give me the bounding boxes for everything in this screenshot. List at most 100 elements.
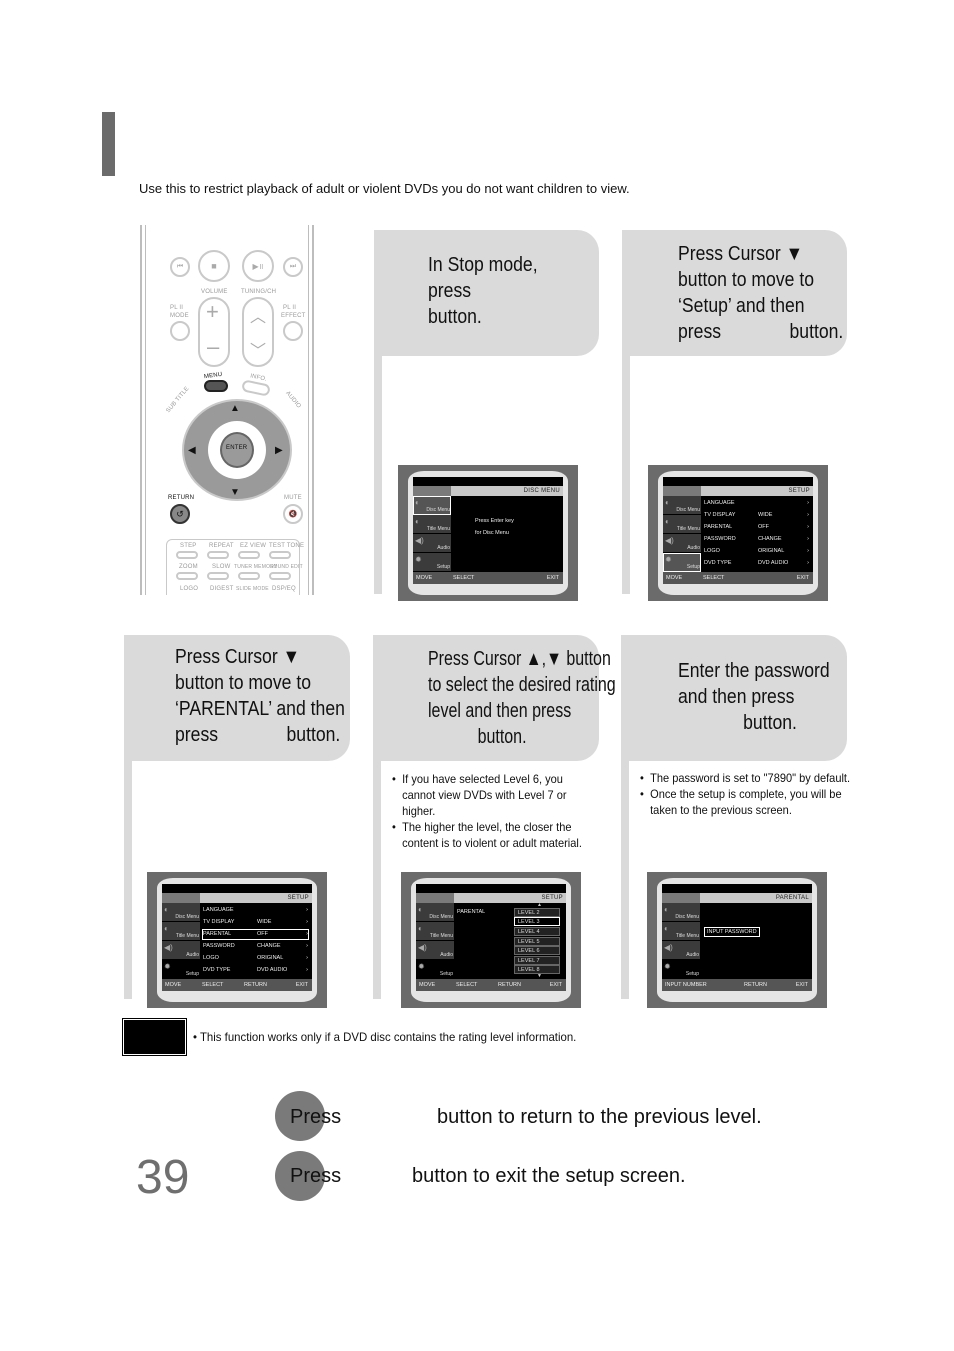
repeat-button[interactable] [207,551,229,559]
step-button[interactable] [176,551,198,559]
screen-sidebar: ◐ Disc Menu ◐ Title Menu ◀) Audio ✹ Setup [663,496,701,572]
pl2-right-label: PL II [283,305,297,311]
note-label-box [124,1020,185,1054]
step-1-text: In Stop mode, press button. [428,254,538,328]
slow-button[interactable] [207,572,229,580]
skip-forward-button[interactable]: ⏭ [283,257,303,277]
section-title-bar [102,112,115,176]
zoom-button[interactable] [176,572,198,580]
step-2-text: Press Cursor ▼ button to move to ‘Setup’… [678,243,844,343]
press-return-label: Press [290,1106,342,1128]
step-3-rail [124,761,132,999]
screen-parental-levels: SETUP ◐ Disc Menu ◐ Title Menu ◀) Audio ✹ Se… [401,872,581,1008]
tuning-label: TUNING/CH [241,289,277,295]
slidemode-label: SLIDE MODE [236,586,269,592]
subtitle-label: SUB TITLE [165,385,191,415]
screen-password: PARENTAL ◐ Disc Menu ◐ Title Menu ◀) Audio … [647,872,827,1008]
level-option[interactable]: LEVEL 2 [514,908,560,917]
step-4-rail [373,761,381,999]
dspeq-label: DSP/EQ [272,586,296,592]
level-option[interactable]: LEVEL 3 [514,917,560,926]
screen-message: Press Enter key [475,518,514,524]
remote-control-illustration: ⏮ ■ ▶॥ ⏭ VOLUME TUNING/CH PL II MODE + –… [138,225,316,595]
repeat-label: REPEAT [209,543,234,549]
return-button[interactable]: ↺ [170,504,190,524]
cursor-left-icon[interactable]: ◀ [188,445,196,456]
step-3-text: Press Cursor ▼ button to move to ‘PARENT… [175,646,345,746]
soundedit-button[interactable] [269,572,291,580]
screen-setup-parental: SETUP ◐ Disc Menu ◐ Title Menu ◀) Audio ✹ Se… [147,872,327,1008]
pl2-left-label: PL II [170,305,184,311]
exit-instruction: button to exit the setup screen. [412,1165,686,1187]
testtone-label: TEST TONE [269,543,305,549]
testtone-button[interactable] [269,551,291,559]
return-label: RETURN [168,495,195,501]
cursor-up-icon[interactable]: ▲ [230,403,240,414]
level-option[interactable]: LEVEL 4 [514,927,560,936]
mode-button[interactable] [170,321,190,341]
step-2-rail [622,356,630,594]
note-item: The higher the level, the closer the con… [392,819,599,851]
menu-label: MENU [203,371,223,381]
volume-down-icon: – [207,334,220,359]
level-option[interactable]: LEVEL 7 [514,956,560,965]
logo-label: LOGO [180,586,199,592]
level-option[interactable]: LEVEL 5 [514,937,560,946]
step-5-text: Enter the password and then press button… [678,660,830,734]
screen-message: for Disc Menu [475,530,509,536]
intro-text: Use this to restrict playback of adult o… [139,181,630,196]
soundedit-label: SOUND EDIT [270,564,303,570]
step-1-rail [374,356,382,594]
screen-header: SETUP [287,895,309,901]
password-input[interactable]: INPUT PASSWORD [704,927,760,937]
level-option[interactable]: LEVEL 6 [514,946,560,955]
screen-header: DISC MENU [523,488,560,494]
cursor-down-icon[interactable]: ▼ [230,487,240,498]
screen-sidebar: ◐ Disc Menu ◐ Title Menu ◀) Audio ✹ Setup [662,903,700,979]
step-label: STEP [180,543,197,549]
mute-button[interactable]: 🔇 [283,504,303,524]
slow-label: SLOW [212,564,231,570]
zoom-label: ZOOM [179,564,198,570]
volume-up-icon: + [206,299,219,324]
setup-rows: LANGUAGE › TV DISPLAY WIDE › PARENTAL OFF › P… [704,500,809,566]
screen-header: SETUP [788,488,810,494]
return-instruction: button to return to the previous level. [437,1106,762,1128]
setup-rows: LANGUAGE › TV DISPLAY WIDE › PARENTAL OFF › P… [202,907,309,973]
audio-label: AUDIO [284,390,302,410]
note-item: The password is set to "7890" by default… [640,770,870,786]
ezview-label: EZ VIEW [240,543,267,549]
screen-sidebar: ◐ Disc Menu ◐ Title Menu ◀) Audio ✹ Setup [413,496,451,572]
screen-setup: SETUP ◐ Disc Menu ◐ Title Menu ◀) Audio ✹ Se… [648,465,828,601]
menu-button[interactable] [204,380,228,392]
tuning-up-icon: ︿ [250,309,267,326]
note-text: • This function works only if a DVD disc… [193,1030,577,1044]
tuner-memory-button[interactable] [238,572,260,580]
mode-label: MODE [170,313,189,319]
parental-level-list: PARENTAL ▲ LEVEL 2 LEVEL 3 LEVEL 4 LEVEL… [454,902,566,979]
step-4-notes: If you have selected Level 6, you cannot… [392,771,599,851]
note-item: If you have selected Level 6, you cannot… [392,771,599,819]
play-pause-button[interactable]: ▶॥ [242,250,274,282]
screen-header: SETUP [541,895,563,901]
tuning-down-icon: ﹀ [250,343,267,360]
volume-label: VOLUME [201,289,228,295]
enter-label: ENTER [226,445,248,451]
step-5-notes: The password is set to "7890" by default… [640,770,870,818]
effect-button[interactable] [283,321,303,341]
info-button[interactable] [241,379,271,397]
ezview-button[interactable] [238,551,260,559]
note-item: Once the setup is complete, you will be … [640,786,870,818]
step-5-rail [621,761,629,999]
screen-sidebar: ◐ Disc Menu ◐ Title Menu ◀) Audio ✹ Setup [416,903,454,979]
step-4-text: Press Cursor ▲,▼ button to select the de… [428,648,616,748]
press-exit-label: Press [290,1165,342,1187]
mute-label: MUTE [284,495,302,501]
screen-disc-menu: DISC MENU ◐ Disc Menu ◐ Title Menu ◀) Audio… [398,465,578,601]
effect-label: EFFECT [281,313,306,319]
stop-button[interactable]: ■ [198,250,230,282]
cursor-right-icon[interactable]: ▶ [275,445,283,456]
skip-back-button[interactable]: ⏮ [170,257,190,277]
page-number: 39 [136,1151,190,1204]
screen-header: PARENTAL [775,895,809,901]
